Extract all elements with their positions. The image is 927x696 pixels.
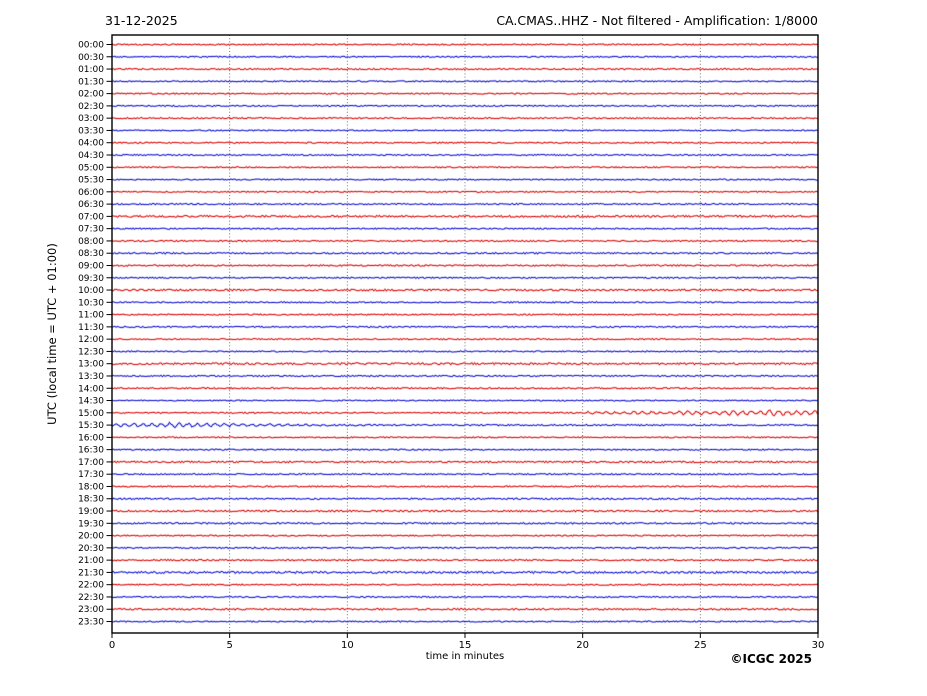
row-label: 02:30 [78,102,104,112]
row-label: 10:30 [78,298,104,308]
row-label: 04:30 [78,151,104,161]
date-label: 31-12-2025 [105,13,178,28]
x-tick-label: 30 [812,640,825,651]
row-label: 06:30 [78,200,104,210]
row-label: 20:00 [78,532,104,542]
row-label: 15:30 [78,421,104,431]
row-label: 21:00 [78,556,104,566]
y-axis-label: UTC (local time = UTC + 01:00) [45,243,59,425]
row-label: 18:30 [78,495,104,505]
row-label: 16:30 [78,446,104,456]
row-label: 15:00 [78,409,104,419]
x-tick-label: 20 [576,640,589,651]
row-label: 17:00 [78,458,104,468]
row-label: 03:00 [78,114,104,124]
row-label: 13:30 [78,372,104,382]
row-label: 03:30 [78,126,104,136]
x-tick-label: 5 [226,640,232,651]
row-label: 01:30 [78,77,104,87]
row-label: 21:30 [78,568,104,578]
row-label: 07:30 [78,225,104,235]
x-tick-label: 25 [694,640,707,651]
row-label: 16:00 [78,433,104,443]
row-label: 08:00 [78,237,104,247]
row-label: 11:30 [78,323,104,333]
y-axis-tick-labels: 00:00 00:30 01:00 01:30 02:00 02:30 03:00 03:30… [78,41,104,628]
copyright-label: ©ICGC 2025 [730,652,812,666]
row-label: 19:30 [78,519,104,529]
row-label: 12:30 [78,347,104,357]
row-label: 13:00 [78,360,104,370]
row-label: 10:00 [78,286,104,296]
row-label: 05:00 [78,163,104,173]
helicorder-page: 31-12-2025 CA.CMAS..HHZ - Not filtered -… [0,0,927,696]
row-label: 00:30 [78,53,104,63]
row-label: 08:30 [78,249,104,259]
row-label: 02:00 [78,90,104,100]
row-label: 22:30 [78,593,104,603]
row-label: 00:00 [78,41,104,51]
row-label: 09:00 [78,261,104,271]
x-gridlines [230,35,701,633]
row-label: 23:30 [78,618,104,628]
row-label: 07:00 [78,212,104,222]
y-axis-ticks [107,45,113,622]
row-label: 12:00 [78,335,104,345]
row-label: 05:30 [78,176,104,186]
station-title: CA.CMAS..HHZ - Not filtered - Amplificat… [496,13,818,28]
row-label: 20:30 [78,544,104,554]
row-label: 01:00 [78,65,104,75]
row-label: 14:30 [78,397,104,407]
row-label: 06:00 [78,188,104,198]
row-label: 11:00 [78,311,104,321]
row-label: 09:30 [78,274,104,284]
trace [112,423,818,428]
row-label: 18:00 [78,482,104,492]
trace [112,410,818,416]
row-label: 04:00 [78,139,104,149]
x-axis-tick-labels: 0 5 10 15 20 25 30 [109,640,825,651]
helicorder-chart: 31-12-2025 CA.CMAS..HHZ - Not filtered -… [0,0,927,696]
x-tick-label: 15 [459,640,472,651]
row-label: 17:30 [78,470,104,480]
x-axis-label: time in minutes [426,651,505,662]
x-tick-label: 0 [109,640,115,651]
row-label: 19:00 [78,507,104,517]
row-label: 22:00 [78,581,104,591]
row-label: 14:00 [78,384,104,394]
x-tick-label: 10 [341,640,354,651]
x-axis-ticks [112,633,818,638]
row-label: 23:00 [78,605,104,615]
